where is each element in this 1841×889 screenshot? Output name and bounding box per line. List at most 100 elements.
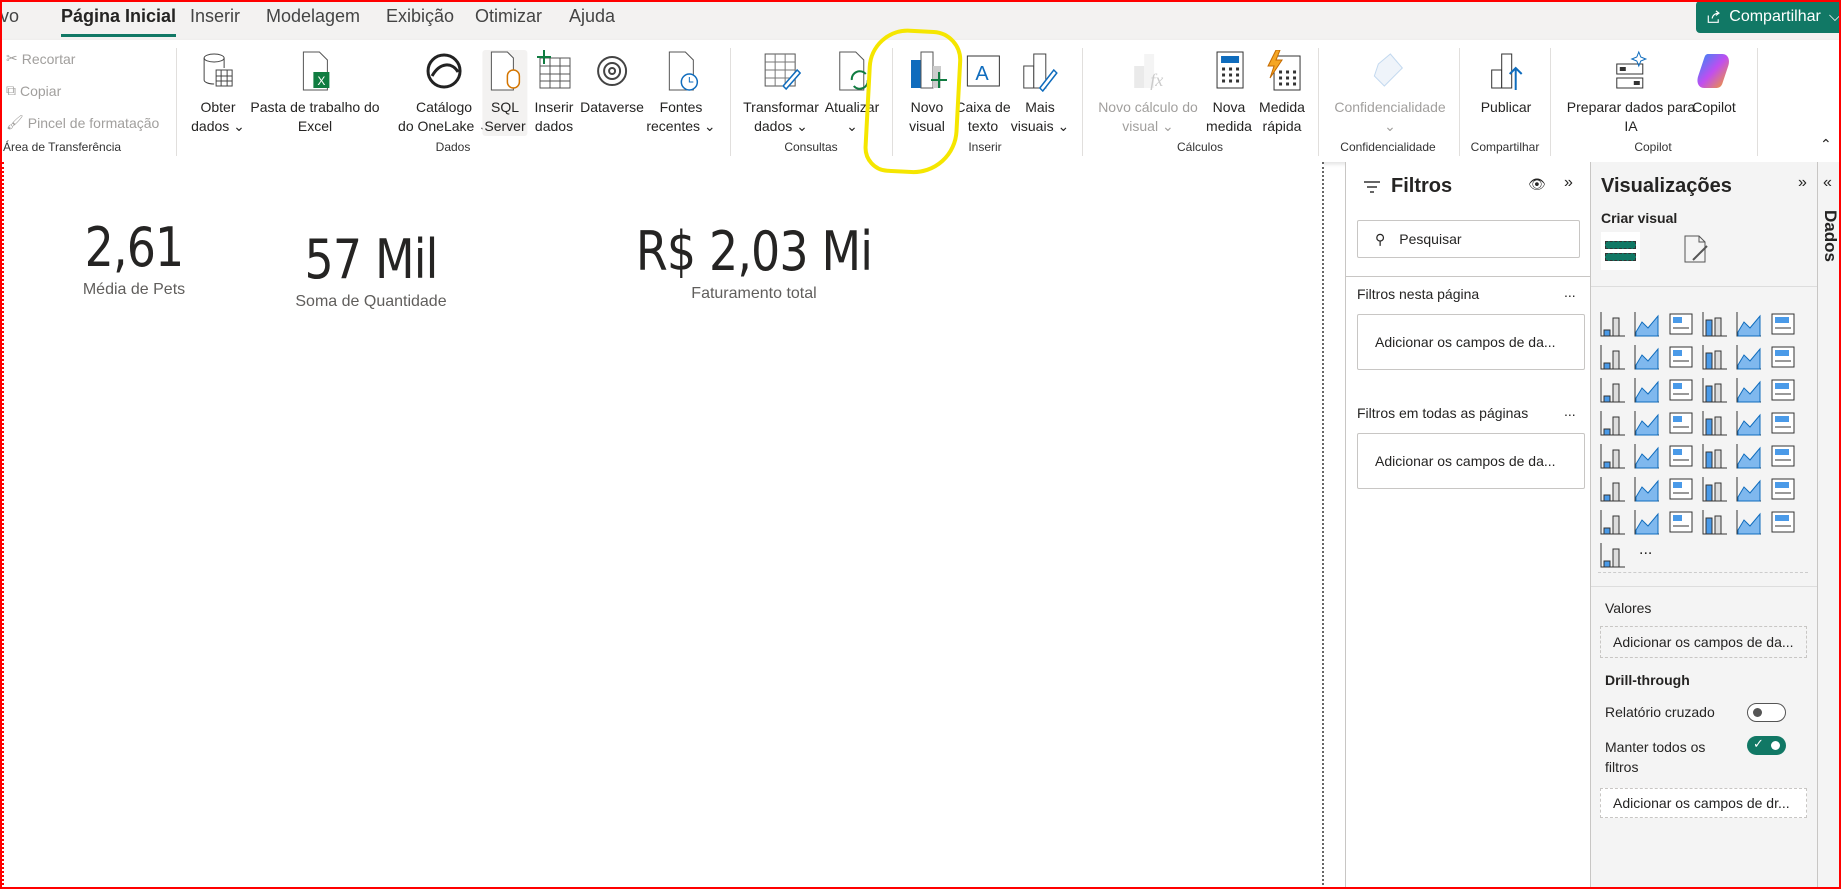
100-bar-icon[interactable] [1735, 310, 1763, 338]
sql-server-button[interactable]: SQL Server [482, 50, 528, 136]
drill-through-drop[interactable]: Adicionar os campos de dr... [1600, 788, 1807, 818]
new-measure-button[interactable]: Nova medida [1204, 50, 1254, 136]
quick-measure-button[interactable]: Medida rápida [1257, 50, 1307, 136]
100-column-icon[interactable] [1769, 310, 1797, 338]
r-visual-icon[interactable] [1735, 442, 1763, 470]
narrative-icon[interactable] [1701, 475, 1729, 503]
button-label-line: Novo cálculo do [1098, 99, 1198, 115]
line-column-icon[interactable] [1735, 343, 1763, 371]
key-influencers-icon[interactable] [1599, 475, 1627, 503]
svg-text:A: A [975, 63, 989, 85]
map-icon[interactable] [1633, 409, 1661, 437]
azure-map-icon[interactable] [1701, 409, 1729, 437]
transform-data-button[interactable]: Transformar dados ⌄ [741, 50, 821, 136]
tab-exibicao[interactable]: Exibição [386, 6, 454, 27]
collapse-filters-icon[interactable]: » [1564, 174, 1573, 192]
dataverse-button[interactable]: Dataverse [578, 50, 646, 117]
copilot-button[interactable]: Copilot [1690, 50, 1738, 117]
publish-icon [1491, 53, 1523, 90]
power-automate-filter-icon[interactable] [1667, 508, 1695, 536]
prep-data-ai-button[interactable]: Preparar dados para IA [1565, 50, 1697, 136]
report-canvas[interactable]: 2,61 Média de Pets 57 Mil Soma de Quantida… [2, 162, 1324, 889]
matrix-icon[interactable] [1701, 442, 1729, 470]
new-visual-calculation-button[interactable]: fx Novo cálculo do visual ⌄ [1096, 50, 1200, 136]
line-icon[interactable] [1599, 343, 1627, 371]
onelake-catalog-button[interactable]: Catálogo do OneLake ⌄ [396, 50, 492, 136]
more-visuals-button[interactable]: Mais visuais ⌄ [1009, 50, 1071, 136]
enter-data-button[interactable]: Inserir dados [532, 50, 576, 136]
more-options-icon[interactable]: ... [1564, 284, 1576, 300]
ribbon-icon[interactable] [1599, 376, 1627, 404]
kpi-icon[interactable] [1599, 442, 1627, 470]
filters-search-input[interactable]: ⚲ Pesquisar [1357, 220, 1580, 258]
funnel-icon[interactable] [1667, 376, 1695, 404]
filters-all-drop[interactable]: Adicionar os campos de da... [1357, 433, 1585, 489]
button-label-line: Medida [1259, 99, 1305, 115]
waterfall-icon[interactable] [1633, 376, 1661, 404]
eye-icon[interactable]: 👁 [1528, 176, 1546, 193]
slicer-icon[interactable] [1633, 442, 1661, 470]
build-visual-tab[interactable] [1601, 232, 1640, 270]
python-visual-icon[interactable] [1769, 442, 1797, 470]
gauge-icon[interactable] [1735, 409, 1763, 437]
card-faturamento-total[interactable]: R$ 2,03 Mi Faturamento total [615, 220, 893, 303]
stacked-area-icon[interactable] [1667, 343, 1695, 371]
share-button[interactable]: Compartilhar ⌵ [1696, 1, 1841, 33]
card-new-icon[interactable] [1769, 409, 1797, 437]
card-media-pets[interactable]: 2,61 Média de Pets [76, 216, 192, 299]
stacked-column-icon[interactable] [1633, 310, 1661, 338]
arcgis-icon[interactable] [1735, 508, 1763, 536]
more-visuals-ellipsis[interactable]: ... [1633, 541, 1667, 574]
scatter-icon[interactable] [1701, 376, 1729, 404]
goals-icon[interactable] [1735, 475, 1763, 503]
format-visual-tab-icon[interactable] [1681, 234, 1713, 266]
clustered-column-icon[interactable] [1701, 310, 1729, 338]
sensitivity-button[interactable]: Confidencialidade ⌄ [1332, 50, 1447, 136]
copy-button[interactable]: ⧉ Copiar [6, 82, 61, 99]
filters-page-drop[interactable]: Adicionar os campos de da... [1357, 314, 1585, 370]
power-automate-icon[interactable] [1599, 541, 1627, 569]
decomposition-tree-icon[interactable] [1633, 475, 1661, 503]
data-pane-collapsed[interactable]: « Dados [1817, 162, 1841, 889]
tab-modelagem[interactable]: Modelagem [266, 6, 360, 27]
100-area-icon[interactable] [1701, 343, 1729, 371]
stacked-bar-icon[interactable] [1599, 310, 1627, 338]
cut-label: Recortar [21, 50, 76, 67]
format-painter-button[interactable]: 🖌 Pincel de formatação [6, 114, 159, 131]
values-drop[interactable]: Adicionar os campos de da... [1600, 626, 1807, 658]
tab-ajuda[interactable]: Ajuda [569, 6, 615, 27]
donut-icon[interactable] [1769, 376, 1797, 404]
card-soma-quantidade[interactable]: 57 Mil Soma de Quantidade [293, 228, 449, 311]
excel-workbook-button[interactable]: X Pasta de trabalho do Excel [248, 50, 381, 136]
recent-sources-button[interactable]: Fontes recentes ⌄ [644, 50, 717, 136]
collapse-viz-icon[interactable]: » [1798, 174, 1807, 192]
power-apps-slicer-icon[interactable] [1599, 508, 1627, 536]
power-apps-filter-icon[interactable] [1633, 508, 1661, 536]
image-icon[interactable] [1701, 508, 1729, 536]
pie-icon[interactable] [1735, 376, 1763, 404]
keep-filters-toggle[interactable]: ✓ [1747, 736, 1786, 755]
power-apps-icon[interactable] [1769, 508, 1797, 536]
publish-button[interactable]: Publicar [1479, 50, 1534, 117]
paginated-icon[interactable] [1769, 475, 1797, 503]
table-icon[interactable] [1667, 442, 1695, 470]
area-icon[interactable] [1633, 343, 1661, 371]
card-value: 2,61 [84, 216, 185, 279]
more-options-icon[interactable]: ... [1564, 403, 1576, 419]
treemap-icon[interactable] [1599, 409, 1627, 437]
line-clustered-column-icon[interactable] [1769, 343, 1797, 371]
filled-map-icon[interactable] [1667, 409, 1695, 437]
qa-icon[interactable] [1667, 475, 1695, 503]
cross-report-toggle[interactable] [1747, 703, 1786, 722]
text-box-button[interactable]: A Caixa de texto [953, 50, 1012, 136]
get-data-button[interactable]: Obter dados ⌄ [189, 50, 247, 136]
collapse-ribbon-icon[interactable]: ⌃ [1820, 136, 1832, 153]
create-visual-label: Criar visual [1601, 210, 1678, 226]
clustered-bar-icon[interactable] [1667, 310, 1695, 338]
tab-otimizar[interactable]: Otimizar [475, 6, 542, 27]
expand-data-icon[interactable]: « [1823, 174, 1832, 192]
cut-button[interactable]: ✂ Recortar [6, 50, 75, 67]
tab-arquivo[interactable]: vo [0, 6, 19, 27]
tab-inserir[interactable]: Inserir [190, 6, 240, 27]
tab-pagina-inicial[interactable]: Página Inicial [61, 6, 177, 37]
